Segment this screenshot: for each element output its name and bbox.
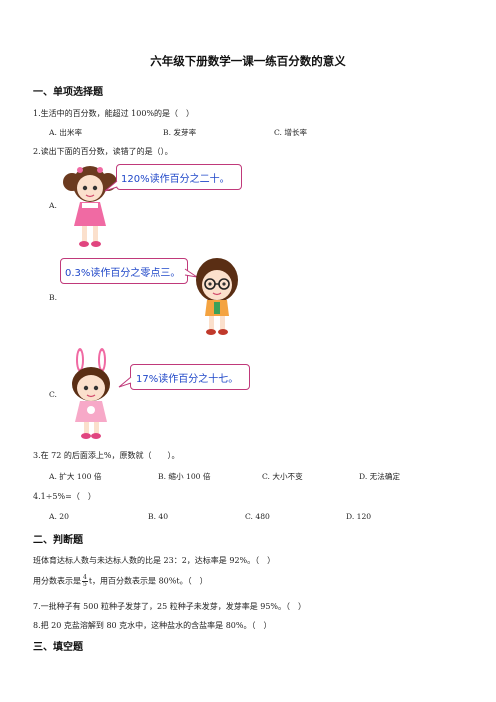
q4-option-d: D. 120 [346,512,372,521]
question-4: 4.1÷5%=（ ） [33,492,96,501]
question-7: 7.一批种子有 500 粒种子发芽了，25 粒种子未发芽，发芽率是 95%。（ … [33,602,307,611]
question-6-suffix: t，用百分数表示是 80%t。（ ） [88,576,208,586]
q1-option-a: A. 出米率 [49,128,83,137]
question-5: 班体育达标人数与未达标人数的比是 23：2，达标率是 92%。（ ） [33,556,276,565]
q2-option-a-label: A. [49,201,57,210]
question-3: 3.在 72 的后面添上%，原数就（ ）。 [33,451,180,460]
q4-option-c: C. 480 [245,512,270,521]
q1-option-b: B. 发芽率 [163,128,197,137]
q3-option-a: A. 扩大 100 倍 [49,472,102,481]
fraction-four-fifths: 45 [82,575,88,588]
girl-pigtails-illustration [63,166,117,247]
section-heading-single-choice: 一、单项选择题 [33,87,103,98]
question-8: 8.把 20 克盐溶解到 80 克水中，这种盐水的含盐率是 80%。（ ） [33,621,272,630]
bubble-a-tail [104,180,118,192]
question-2: 2.读出下面的百分数，读错了的是（）。 [33,147,173,156]
page-title: 六年级下册数学一课一练百分数的意义 [150,54,346,68]
question-6: 用分数表示是 4 5 t，用百分数表示是 80%t。（ ） [33,575,208,588]
girl-glasses-illustration [196,258,238,335]
bubble-c-tail [118,376,132,388]
q3-option-d: D. 无法确定 [359,472,401,481]
section-heading-fill-blank: 三、填空题 [33,642,83,653]
question-1: 1.生活中的百分数，能超过 100%的是（ ） [33,109,195,118]
fraction-denominator: 5 [83,581,87,588]
speech-bubble-c-text: 17%读作百分之十七。 [136,374,239,385]
q4-option-a: A. 20 [49,512,69,521]
girl-bunny-ears-illustration [72,348,110,439]
speech-bubble-b-text: 0.3%读作百分之零点三。 [65,268,181,279]
question-6-prefix: 用分数表示是 [33,576,81,586]
speech-bubble-a-text: 120%读作百分之二十。 [121,174,230,185]
q2-option-c-label: C. [49,390,57,399]
q4-option-b: B. 40 [148,512,169,521]
q1-option-c: C. 增长率 [274,128,308,137]
q3-option-b: B. 缩小 100 倍 [158,472,211,481]
section-heading-true-false: 二、判断题 [33,535,83,546]
q3-option-c: C. 大小不变 [262,472,303,481]
q2-option-b-label: B. [49,293,57,302]
